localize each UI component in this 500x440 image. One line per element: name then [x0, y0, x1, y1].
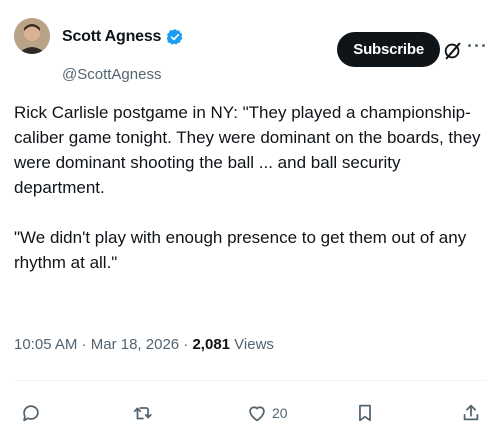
meta-separator: ·	[77, 336, 91, 353]
name-row: Scott Agness	[62, 28, 184, 46]
timestamp-time[interactable]: 10:05 AM	[14, 336, 77, 353]
tweet-header: Scott Agness @ScottAgness Subscribe ···	[14, 14, 488, 83]
bookmark-icon	[359, 404, 371, 422]
like-button[interactable]: 20	[246, 402, 288, 424]
action-bar: 20	[14, 398, 486, 434]
meta-separator: ·	[179, 336, 193, 353]
reply-button[interactable]	[20, 402, 46, 424]
tweet-paragraph: Rick Carlisle postgame in NY: "They play…	[14, 103, 481, 197]
heart-icon	[249, 406, 265, 422]
reply-icon	[23, 405, 39, 422]
subscribe-button[interactable]: Subscribe	[337, 32, 440, 67]
grok-icon[interactable]	[442, 40, 464, 62]
views-count: 2,081	[192, 336, 231, 353]
share-icon	[463, 404, 479, 421]
more-options-icon[interactable]: ···	[467, 36, 488, 57]
bookmark-button[interactable]	[354, 402, 380, 424]
tweet-paragraph: "We didn't play with enough presence to …	[14, 228, 467, 272]
tweet-meta: 10:05 AM · Mar 18, 2026 · 2,081 Views	[14, 336, 274, 353]
retweet-icon	[133, 407, 152, 420]
handle[interactable]: @ScottAgness	[62, 66, 161, 83]
verified-badge-icon	[166, 28, 184, 46]
views-label: Views	[230, 336, 274, 353]
like-count: 20	[272, 405, 288, 421]
timestamp-date[interactable]: Mar 18, 2026	[91, 336, 179, 353]
divider	[14, 380, 486, 381]
share-button[interactable]	[460, 402, 486, 424]
avatar[interactable]	[14, 18, 50, 54]
retweet-button[interactable]	[132, 402, 158, 424]
display-name[interactable]: Scott Agness	[62, 28, 161, 46]
tweet-text: Rick Carlisle postgame in NY: "They play…	[14, 100, 488, 275]
